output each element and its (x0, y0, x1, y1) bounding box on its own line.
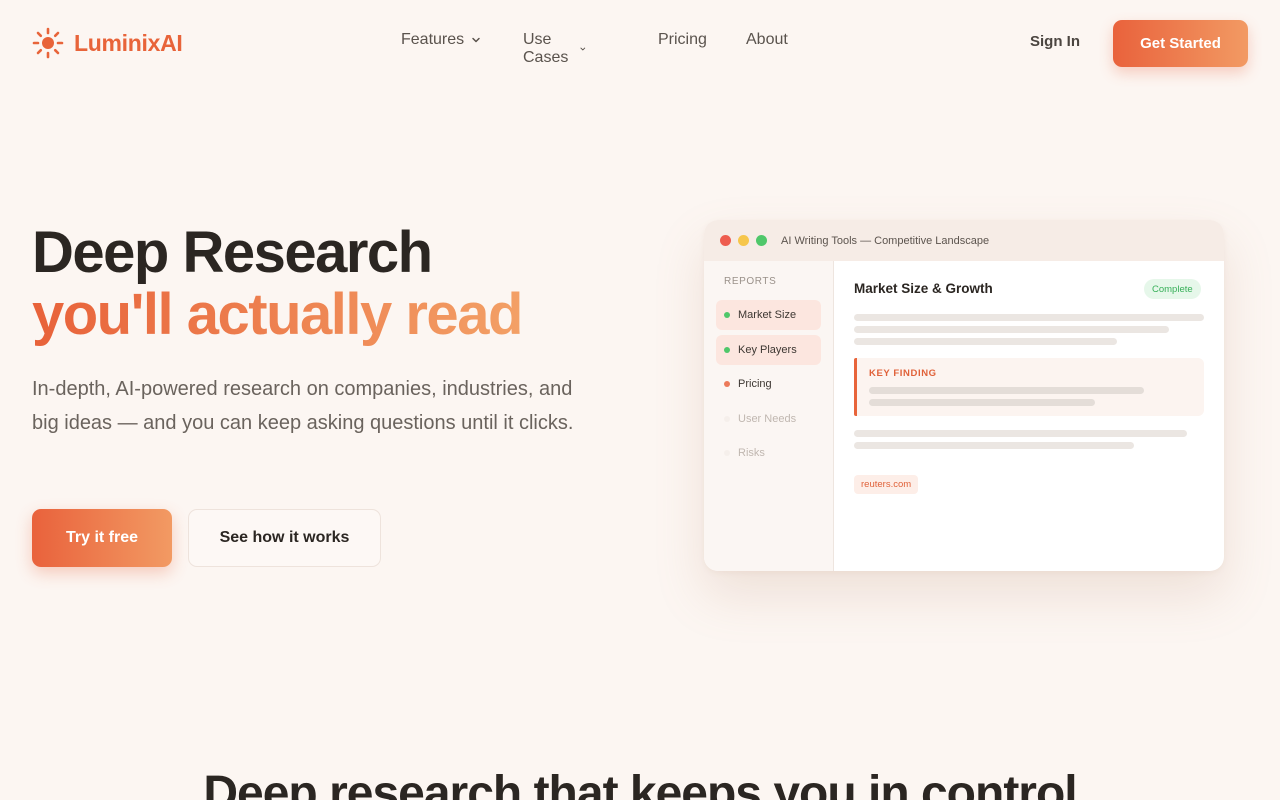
text-placeholder-line (854, 430, 1187, 437)
sidebar-item-key-players[interactable]: Key Players (716, 335, 821, 365)
brand-name: LuminixAI (74, 29, 183, 56)
nav-pricing-label: Pricing (658, 31, 707, 48)
sidebar-item-pricing[interactable]: Pricing (716, 369, 821, 399)
nav-about[interactable]: About (746, 31, 788, 49)
top-nav: LuminixAI Features Use Cases Pricing Abo… (0, 0, 1280, 86)
source-chip[interactable]: reuters.com (854, 475, 919, 494)
nav-about-label: About (746, 31, 788, 48)
hero-title: Deep Research you'll actually read (32, 220, 523, 347)
sign-in-link[interactable]: Sign In (1030, 33, 1080, 50)
nav-use-cases[interactable]: Use Cases (523, 31, 586, 67)
sidebar-heading: REPORTS (724, 276, 777, 287)
nav-pricing[interactable]: Pricing (658, 31, 707, 49)
minimize-dot (738, 235, 749, 246)
see-how-it-works-button[interactable]: See how it works (188, 509, 381, 567)
sidebar-item-label: Key Players (738, 344, 797, 356)
key-finding-callout: KEY FINDING (854, 358, 1204, 416)
window-title: AI Writing Tools — Competitive Landscape (781, 234, 990, 247)
sidebar-item-market-size[interactable]: Market Size (716, 300, 821, 330)
maximize-dot (756, 235, 767, 246)
get-started-button[interactable]: Get Started (1113, 20, 1248, 67)
brand-logo[interactable]: LuminixAI (32, 27, 183, 59)
text-placeholder-line (869, 399, 1095, 406)
reports-sidebar: REPORTS Market Size Key Players Pricing … (704, 261, 834, 571)
hero-title-line2: you'll actually read (32, 282, 523, 347)
nav-features[interactable]: Features (401, 31, 482, 49)
status-dot-done (724, 347, 730, 353)
status-dot-pending (724, 416, 730, 422)
nav-use-cases-label: Use Cases (523, 31, 569, 66)
sun-icon (32, 27, 64, 59)
status-dot-done (724, 312, 730, 318)
section-title: Deep research that keeps you in control (203, 767, 1077, 800)
chevron-down-icon (472, 37, 480, 43)
sidebar-item-label: Pricing (738, 378, 772, 390)
text-placeholder-line (869, 387, 1144, 394)
text-placeholder-line (854, 338, 1117, 345)
sidebar-item-user-needs[interactable]: User Needs (716, 404, 821, 434)
close-dot (720, 235, 731, 246)
window-titlebar: AI Writing Tools — Competitive Landscape (704, 220, 1224, 261)
hero-subtitle: In-depth, AI-powered research on compani… (32, 378, 574, 434)
status-dot-pending (724, 450, 730, 456)
sidebar-item-risks[interactable]: Risks (716, 438, 821, 468)
sidebar-item-label: Market Size (738, 309, 797, 321)
text-placeholder-line (854, 314, 1204, 321)
sidebar-item-label: User Needs (738, 413, 797, 425)
chevron-down-icon (580, 47, 585, 51)
hero-title-line1: Deep Research (32, 220, 433, 285)
try-free-button[interactable]: Try it free (32, 509, 172, 567)
nav-features-label: Features (401, 31, 465, 48)
text-placeholder-line (854, 442, 1134, 449)
report-title: Market Size & Growth (854, 281, 993, 296)
key-finding-label: KEY FINDING (869, 368, 937, 379)
report-content: Market Size & Growth Complete KEY FINDIN… (835, 261, 1224, 571)
text-placeholder-line (854, 326, 1169, 333)
sidebar-item-label: Risks (738, 447, 765, 459)
status-badge: Complete (1144, 279, 1201, 299)
app-preview-window: AI Writing Tools — Competitive Landscape… (704, 220, 1224, 571)
status-dot-in-progress (724, 381, 730, 387)
